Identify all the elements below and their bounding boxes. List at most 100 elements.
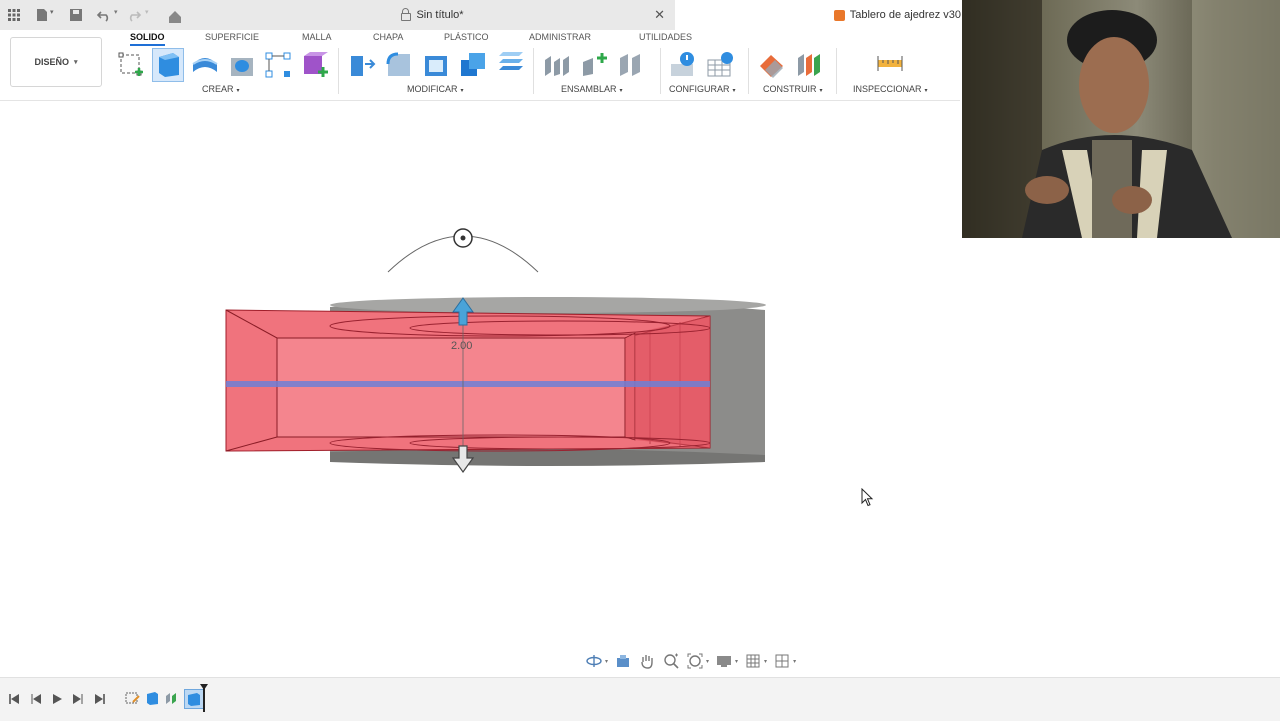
display-settings-icon[interactable] (715, 653, 733, 669)
group-label: CREAR (202, 84, 234, 94)
change-parameters-icon[interactable] (668, 50, 698, 80)
sketch-feature-icon[interactable] (124, 690, 140, 706)
configuration-table-icon[interactable] (705, 50, 735, 80)
save-icon[interactable] (68, 7, 84, 23)
chevron-down-icon: ▾ (732, 88, 736, 94)
undo-icon[interactable] (96, 7, 112, 23)
toolbar: DISEÑO ▾ SOLIDO SUPERFICIE MALLA CHAPA P… (0, 30, 960, 101)
previous-icon[interactable] (28, 692, 44, 706)
extrude-icon (159, 53, 179, 77)
tab-malla[interactable]: MALLA (302, 32, 332, 42)
group-label: MODIFICAR (407, 84, 458, 94)
pattern-icon[interactable] (263, 50, 293, 80)
as-built-joint-icon[interactable] (579, 50, 609, 80)
tab-title: Sin título* (416, 9, 464, 21)
home-icon[interactable] (167, 9, 183, 25)
combine-icon[interactable] (458, 50, 488, 80)
joint-icon[interactable] (542, 50, 572, 80)
tab-utilidades[interactable]: UTILIDADES (639, 32, 692, 42)
tab-sin-titulo[interactable]: Sin título* ✕ (190, 0, 675, 30)
tab-chapa[interactable]: CHAPA (373, 32, 403, 42)
group-construir[interactable]: CONSTRUIR ▾ (763, 84, 823, 94)
chevron-down-icon: ▾ (74, 59, 78, 66)
play-icon[interactable] (49, 692, 65, 706)
joint-origin-icon[interactable] (616, 50, 646, 80)
hole-icon[interactable] (227, 50, 257, 80)
tab-solido[interactable]: SOLIDO (130, 32, 165, 46)
last-icon[interactable] (92, 692, 108, 706)
tab-plastico[interactable]: PLÁSTICO (444, 32, 489, 42)
chevron-down-icon: ▾ (924, 88, 928, 94)
group-label: CONFIGURAR (669, 84, 730, 94)
group-configurar[interactable]: CONFIGURAR ▾ (669, 84, 736, 94)
look-at-icon[interactable] (614, 653, 632, 669)
chevron-down-icon: ▾ (236, 88, 240, 94)
offset-face-icon[interactable] (495, 50, 525, 80)
tab-superficie[interactable]: SUPERFICIE (205, 32, 259, 42)
next-icon[interactable] (70, 692, 86, 706)
file-icon[interactable] (34, 7, 50, 23)
measure-icon[interactable] (875, 50, 905, 80)
component-icon (833, 9, 845, 21)
chevron-down-icon: ▾ (819, 88, 823, 94)
group-crear[interactable]: CREAR ▾ (202, 84, 240, 94)
navigation-bar: ▾ ▾ ▾ ▾ ▾ (585, 650, 796, 672)
group-modificar[interactable]: MODIFICAR ▾ (407, 84, 464, 94)
fit-icon[interactable] (686, 653, 704, 669)
redo-icon[interactable] (126, 7, 142, 23)
timeline-marker-head[interactable] (200, 684, 208, 690)
first-icon[interactable] (6, 692, 22, 706)
tab-title: Tablero de ajedrez v30 (849, 9, 961, 21)
chevron-down-icon[interactable]: ▾ (605, 658, 608, 665)
webcam-image (962, 0, 1280, 238)
divider (748, 48, 749, 94)
revolve-icon[interactable] (190, 50, 220, 80)
divider (660, 48, 661, 94)
workspace-dropdown[interactable]: DISEÑO ▾ (10, 37, 102, 87)
close-icon[interactable]: ✕ (654, 7, 665, 23)
lock-icon (401, 8, 412, 21)
chevron-down-icon: ▾ (460, 88, 464, 94)
offset-plane-icon[interactable] (757, 50, 787, 80)
divider (338, 48, 339, 94)
pan-icon[interactable] (638, 653, 656, 669)
group-label: ENSAMBLAR (561, 84, 617, 94)
new-component-icon[interactable] (300, 50, 330, 80)
group-inspeccionar[interactable]: INSPECCIONAR ▾ (853, 84, 928, 94)
midplane-icon[interactable] (794, 50, 824, 80)
dimension-value: 2.00 (451, 340, 473, 352)
extrude-button[interactable] (152, 48, 184, 82)
viewports-icon[interactable] (773, 653, 791, 669)
shell-icon[interactable] (421, 50, 451, 80)
orbit-icon[interactable] (585, 653, 603, 669)
undo-caret[interactable]: ▾ (114, 8, 118, 16)
divider (836, 48, 837, 94)
grid-settings-icon[interactable] (744, 653, 762, 669)
timeline (0, 677, 1280, 721)
tab-tablero[interactable]: Tablero de ajedrez v30 (675, 0, 965, 30)
chevron-down-icon[interactable]: ▾ (735, 658, 738, 665)
create-sketch-icon[interactable] (116, 50, 146, 80)
rotation-handle[interactable] (453, 228, 473, 248)
tab-administrar[interactable]: ADMINISTRAR (529, 32, 591, 42)
redo-caret[interactable]: ▾ (145, 8, 149, 16)
group-label: CONSTRUIR (763, 84, 817, 94)
fillet-icon[interactable] (384, 50, 414, 80)
group-label: INSPECCIONAR (853, 84, 922, 94)
extrude-feature-icon[interactable] (144, 690, 160, 706)
group-ensamblar[interactable]: ENSAMBLAR ▾ (561, 84, 623, 94)
zoom-icon[interactable] (662, 653, 680, 669)
extrude-feature-icon-2 (188, 693, 200, 706)
grid-icon[interactable] (6, 7, 22, 23)
press-pull-icon[interactable] (347, 50, 377, 80)
chevron-down-icon: ▾ (619, 88, 623, 94)
sketch-feature-icon-2[interactable] (164, 690, 180, 706)
file-menu-caret[interactable]: ▾ (50, 8, 54, 16)
active-feature[interactable] (184, 689, 204, 709)
mouse-cursor-icon (861, 488, 874, 507)
divider (533, 48, 534, 94)
workspace-label: DISEÑO (34, 57, 69, 67)
chevron-down-icon[interactable]: ▾ (793, 658, 796, 665)
chevron-down-icon[interactable]: ▾ (764, 658, 767, 665)
chevron-down-icon[interactable]: ▾ (706, 658, 709, 665)
